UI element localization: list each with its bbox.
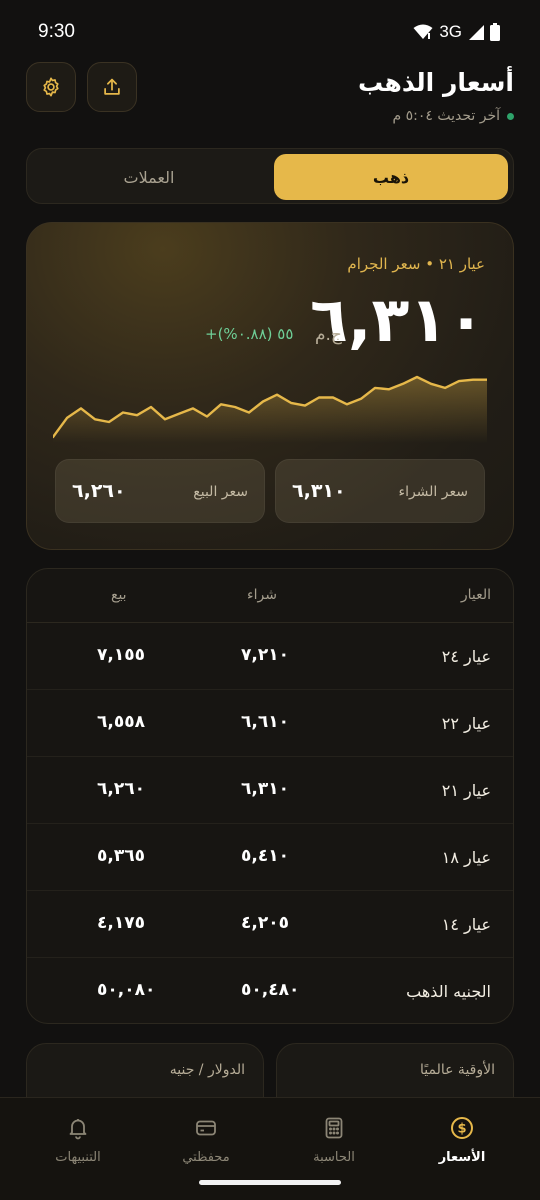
table-row[interactable]: عيار ٢٢ ٦,٦١٠ ٦,٥٥٨ <box>27 690 513 757</box>
row-sell-price: ٦,٢٦٠ <box>97 779 145 799</box>
row-karat-name: الجنيه الذهب <box>406 982 491 1001</box>
buy-price-box: سعر الشراء ٦,٣١٠ <box>275 459 485 523</box>
row-buy-price: ٤,٢٠٥ <box>241 913 289 933</box>
home-indicator <box>199 1180 341 1185</box>
tab-currencies[interactable]: العملات <box>32 154 266 200</box>
live-indicator-dot <box>507 112 514 120</box>
nav-item-calculator[interactable]: الحاسبة <box>274 1116 394 1172</box>
price-sparkline <box>53 375 487 443</box>
karat-price-table: العيار شراء بيع عيار ٢٤ ٧,٢١٠ ٧,١٥٥ عيار… <box>26 568 514 1024</box>
buy-price-value: ٦,٣١٠ <box>292 480 346 502</box>
status-icons: 3G <box>413 22 500 42</box>
gold-price-card[interactable]: عيار ٢١ • سعر الجرام ٦,٣١٠ ج.م +٥٥ (٠.٨٨… <box>26 222 514 550</box>
battery-icon <box>490 23 500 41</box>
sell-price-value: ٦,٢٦٠ <box>72 480 126 502</box>
row-sell-price: ٥,٣٦٥ <box>97 846 145 866</box>
bell-icon <box>69 1119 87 1140</box>
calculator-icon <box>325 1117 343 1139</box>
nav-label-alerts: التنبيهات <box>55 1150 101 1165</box>
header-buy: شراء <box>247 587 277 603</box>
row-karat-name: عيار ٢١ <box>441 781 491 800</box>
dollar-coin-icon: $ <box>451 1117 473 1139</box>
nav-item-prices[interactable]: $ الأسعار <box>402 1116 522 1172</box>
header-karat: العيار <box>460 587 491 603</box>
last-update: آخر تحديث ٥:٠٤ م <box>392 108 514 124</box>
table-header: العيار شراء بيع <box>27 569 513 623</box>
tab-gold[interactable]: ذهب <box>274 154 508 200</box>
last-update-text: آخر تحديث ٥:٠٤ م <box>392 108 500 124</box>
nav-item-wallet[interactable]: محفظتي <box>146 1116 266 1172</box>
signal-icon <box>469 25 484 40</box>
sparkline-area <box>53 377 487 443</box>
row-sell-price: ٥٠,٠٨٠ <box>97 980 156 1000</box>
svg-text:$: $ <box>457 1122 466 1137</box>
price-change: +٥٥ (٠.٨٨%) <box>205 325 294 343</box>
table-row[interactable]: عيار ١٨ ٥,٤١٠ ٥,٣٦٥ <box>27 824 513 891</box>
share-icon <box>104 78 120 95</box>
nav-label-wallet: محفظتي <box>182 1150 230 1165</box>
row-buy-price: ٦,٣١٠ <box>241 779 289 799</box>
market-segment: ذهب العملات <box>26 148 514 204</box>
wallet-icon <box>196 1120 216 1136</box>
status-bar: 9:30 3G <box>0 0 540 64</box>
table-row[interactable]: عيار ٢١ ٦,٣١٠ ٦,٢٦٠ <box>27 757 513 824</box>
network-type: 3G <box>439 22 462 41</box>
settings-button[interactable] <box>26 62 76 112</box>
row-sell-price: ٤,١٧٥ <box>97 913 145 933</box>
row-buy-price: ٧,٢١٠ <box>241 645 289 665</box>
global-ounce-label: الأوقية عالميًا <box>420 1062 495 1078</box>
page-title: أسعار الذهب <box>358 68 514 97</box>
status-time: 9:30 <box>38 21 75 42</box>
row-karat-name: عيار ٢٢ <box>441 714 491 733</box>
app-header: أسعار الذهب آخر تحديث ٥:٠٤ م <box>26 62 514 132</box>
table-row[interactable]: عيار ١٤ ٤,٢٠٥ ٤,١٧٥ <box>27 891 513 958</box>
gear-icon <box>43 77 59 97</box>
header-sell: بيع <box>111 587 127 603</box>
table-row[interactable]: عيار ٢٤ ٧,٢١٠ ٧,١٥٥ <box>27 623 513 690</box>
nav-label-calculator: الحاسبة <box>313 1150 355 1165</box>
buy-price-label: سعر الشراء <box>398 484 468 500</box>
sell-price-label: سعر البيع <box>193 484 248 500</box>
row-buy-price: ٦,٦١٠ <box>241 712 289 732</box>
row-karat-name: عيار ٢٤ <box>441 647 491 666</box>
karat-subtitle: عيار ٢١ • سعر الجرام <box>347 255 485 273</box>
row-buy-price: ٥٠,٤٨٠ <box>241 980 300 1000</box>
sell-price-box: سعر البيع ٦,٢٦٠ <box>55 459 265 523</box>
table-row[interactable]: الجنيه الذهب ٥٠,٤٨٠ ٥٠,٠٨٠ <box>27 958 513 1023</box>
row-sell-price: ٦,٥٥٨ <box>97 712 145 732</box>
row-karat-name: عيار ١٤ <box>441 915 491 934</box>
usd-egp-label: الدولار / جنيه <box>169 1062 245 1078</box>
currency-label: ج.م <box>315 325 342 345</box>
nav-item-alerts[interactable]: التنبيهات <box>18 1116 138 1172</box>
row-karat-name: عيار ١٨ <box>441 848 491 867</box>
wifi-icon <box>413 24 433 39</box>
row-buy-price: ٥,٤١٠ <box>241 846 289 866</box>
row-sell-price: ٧,١٥٥ <box>97 645 145 665</box>
nav-label-prices: الأسعار <box>438 1150 486 1165</box>
share-button[interactable] <box>87 62 137 112</box>
